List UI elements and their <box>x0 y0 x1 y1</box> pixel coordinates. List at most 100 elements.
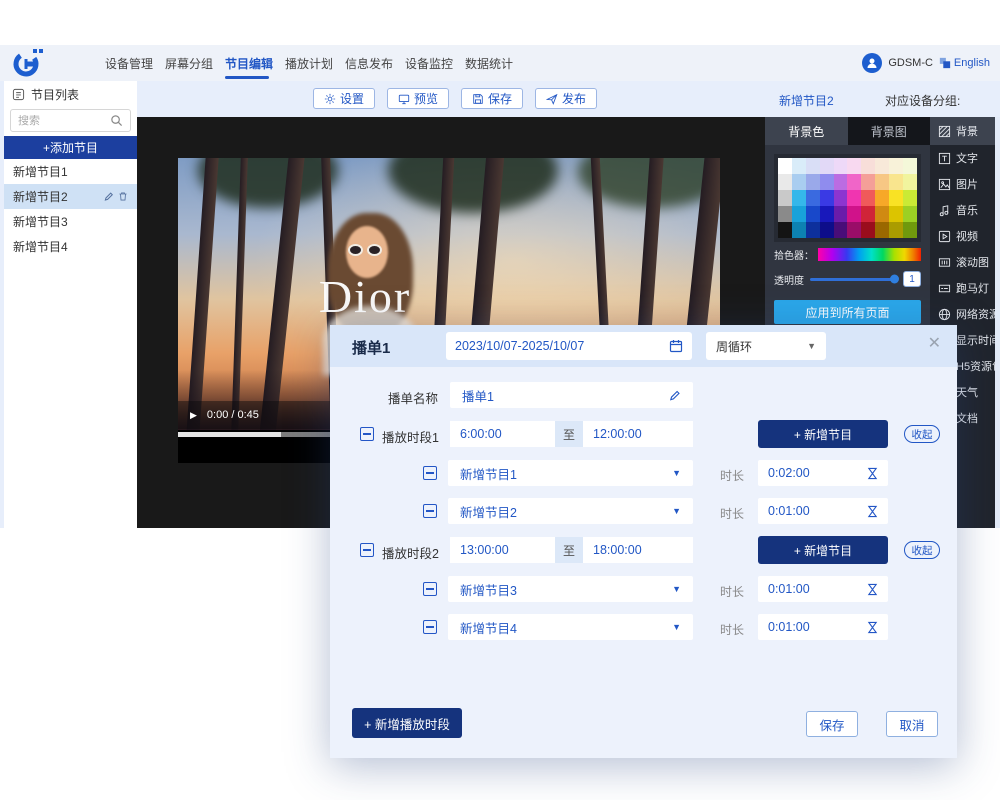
nav-tab-0[interactable]: 设备管理 <box>105 55 165 72</box>
duration-input[interactable]: 0:01:00 <box>758 576 888 602</box>
palette-color[interactable] <box>834 222 848 238</box>
palette-color[interactable] <box>806 190 820 206</box>
add-program-button[interactable]: +添加节目 <box>4 136 137 159</box>
palette-color[interactable] <box>903 206 917 222</box>
remove-program-button[interactable] <box>423 620 437 634</box>
nav-tab-6[interactable]: 数据统计 <box>465 55 525 72</box>
duration-input[interactable]: 0:01:00 <box>758 498 888 524</box>
palette-color[interactable] <box>778 206 792 222</box>
program-list-item[interactable]: 新增节目4 <box>4 234 137 259</box>
palette-color[interactable] <box>847 206 861 222</box>
palette-color[interactable] <box>861 190 875 206</box>
nav-tab-4[interactable]: 信息发布 <box>345 55 405 72</box>
play-icon[interactable]: ▶ <box>190 410 197 421</box>
remove-timeslot-button[interactable] <box>360 543 374 557</box>
palette-color[interactable] <box>903 174 917 190</box>
palette-color[interactable] <box>847 190 861 206</box>
preview-button[interactable]: 预览 <box>387 88 449 109</box>
end-time-input[interactable]: 18:00:00 <box>583 537 693 563</box>
nav-tab-1[interactable]: 屏幕分组 <box>165 55 225 72</box>
publish-button[interactable]: 发布 <box>535 88 597 109</box>
modal-save-button[interactable]: 保存 <box>806 711 858 737</box>
nav-tab-2[interactable]: 节目编辑 <box>225 55 285 72</box>
palette-color[interactable] <box>861 222 875 238</box>
palette-color[interactable] <box>875 174 889 190</box>
tool-item-network-resource[interactable]: 网络资源 <box>930 301 1000 327</box>
avatar[interactable] <box>862 53 882 73</box>
duration-input[interactable]: 0:02:00 <box>758 460 888 486</box>
nav-tab-5[interactable]: 设备监控 <box>405 55 465 72</box>
tool-item-music[interactable]: 音乐 <box>930 197 1000 223</box>
palette-color[interactable] <box>847 222 861 238</box>
start-time-input[interactable]: 13:00:00 <box>450 537 555 563</box>
edit-icon[interactable] <box>103 191 114 202</box>
palette-color[interactable] <box>875 158 889 174</box>
palette-color[interactable] <box>889 222 903 238</box>
palette-color[interactable] <box>778 222 792 238</box>
remove-timeslot-button[interactable] <box>360 427 374 441</box>
tool-item-marquee[interactable]: 跑马灯 <box>930 275 1000 301</box>
palette-color[interactable] <box>889 190 903 206</box>
tool-item-video[interactable]: 视频 <box>930 223 1000 249</box>
remove-program-button[interactable] <box>423 504 437 518</box>
palette-color[interactable] <box>820 222 834 238</box>
palette-color[interactable] <box>806 158 820 174</box>
palette-color[interactable] <box>820 158 834 174</box>
apply-all-pages-button[interactable]: 应用到所有页面 <box>774 300 921 324</box>
palette-color[interactable] <box>834 190 848 206</box>
program-list-item[interactable]: 新增节目2 <box>4 184 137 209</box>
palette-color[interactable] <box>778 158 792 174</box>
collapse-button[interactable]: 收起 <box>904 425 940 443</box>
add-timeslot-button[interactable]: + 新增播放时段 <box>352 708 462 738</box>
program-select[interactable]: 新增节目4▼ <box>448 614 693 640</box>
palette-color[interactable] <box>903 222 917 238</box>
delete-icon[interactable] <box>118 191 128 202</box>
add-program-to-slot-button[interactable]: + 新增节目 <box>758 420 888 448</box>
search-input[interactable] <box>18 115 110 127</box>
program-select[interactable]: 新增节目1▼ <box>448 460 693 486</box>
palette-color[interactable] <box>861 158 875 174</box>
palette-color[interactable] <box>889 174 903 190</box>
program-list-item[interactable]: 新增节目1 <box>4 159 137 184</box>
palette-color[interactable] <box>820 190 834 206</box>
language-switch[interactable]: English <box>939 57 990 69</box>
palette-color[interactable] <box>903 190 917 206</box>
start-time-input[interactable]: 6:00:00 <box>450 421 555 447</box>
palette-color[interactable] <box>792 190 806 206</box>
tool-item-scroll-image[interactable]: 滚动图 <box>930 249 1000 275</box>
palette-color[interactable] <box>847 158 861 174</box>
tab-background-color[interactable]: 背景色 <box>765 117 848 145</box>
settings-button[interactable]: 设置 <box>313 88 375 109</box>
end-time-input[interactable]: 12:00:00 <box>583 421 693 447</box>
color-picker-bar[interactable] <box>818 248 921 261</box>
palette-color[interactable] <box>847 174 861 190</box>
palette-color[interactable] <box>792 174 806 190</box>
opacity-value[interactable]: 1 <box>903 271 921 287</box>
palette-color[interactable] <box>792 158 806 174</box>
remove-program-button[interactable] <box>423 466 437 480</box>
palette-color[interactable] <box>861 174 875 190</box>
palette-color[interactable] <box>792 206 806 222</box>
modal-cancel-button[interactable]: 取消 <box>886 711 938 737</box>
palette-color[interactable] <box>875 222 889 238</box>
tool-item-text[interactable]: 文字 <box>930 145 1000 171</box>
playlist-name-input[interactable]: 播单1 <box>450 382 693 408</box>
palette-color[interactable] <box>889 158 903 174</box>
palette-color[interactable] <box>778 174 792 190</box>
palette-color[interactable] <box>834 206 848 222</box>
palette-color[interactable] <box>861 206 875 222</box>
palette-color[interactable] <box>875 206 889 222</box>
palette-color[interactable] <box>834 158 848 174</box>
palette-color[interactable] <box>820 206 834 222</box>
nav-tab-3[interactable]: 播放计划 <box>285 55 345 72</box>
palette-color[interactable] <box>875 190 889 206</box>
slider-thumb[interactable] <box>890 275 899 284</box>
palette-color[interactable] <box>778 190 792 206</box>
palette-color[interactable] <box>834 174 848 190</box>
remove-program-button[interactable] <box>423 582 437 596</box>
palette-color[interactable] <box>806 206 820 222</box>
palette-color[interactable] <box>806 222 820 238</box>
opacity-slider[interactable] <box>810 278 897 281</box>
save-button[interactable]: 保存 <box>461 88 523 109</box>
program-select[interactable]: 新增节目3▼ <box>448 576 693 602</box>
